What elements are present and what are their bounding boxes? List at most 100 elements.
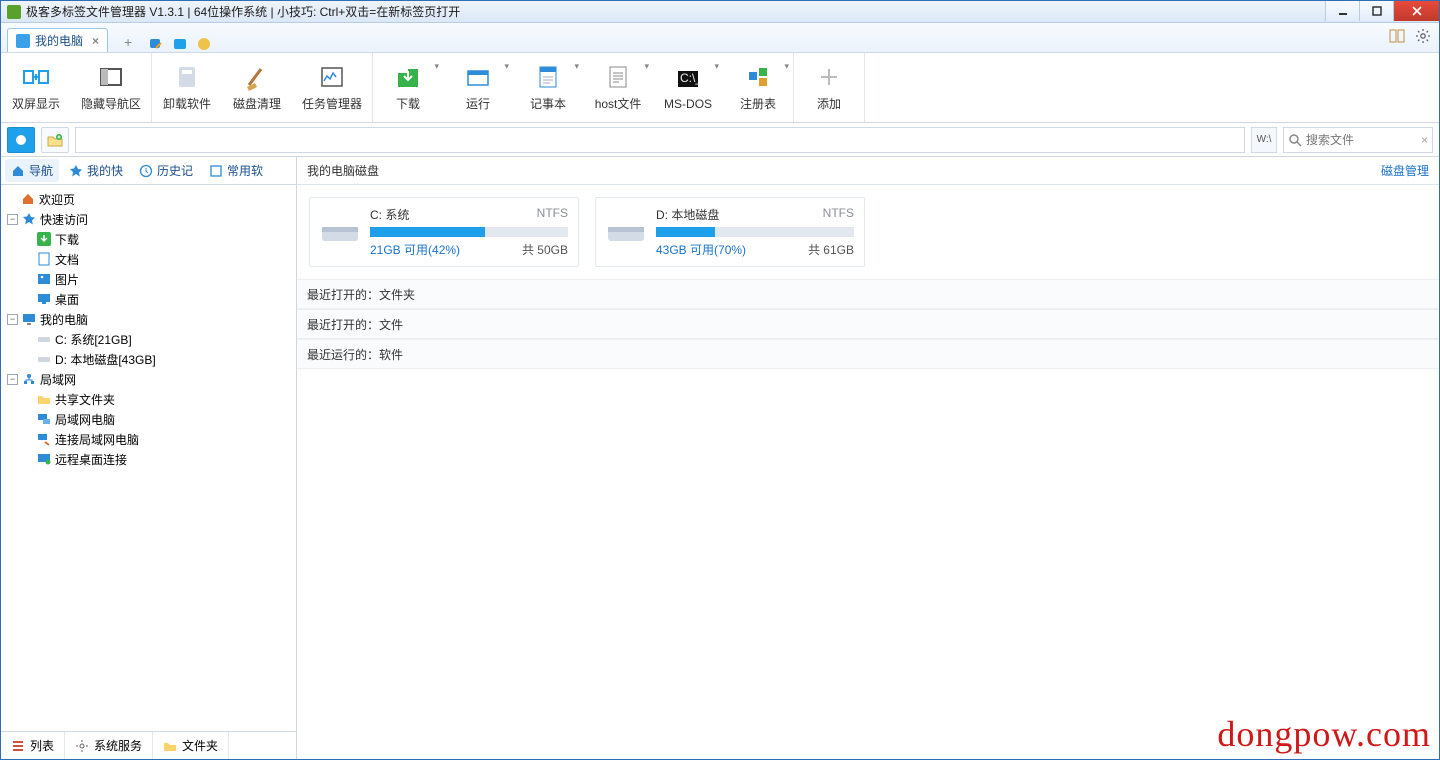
desktop-icon [37,292,51,306]
folder-icon [37,392,51,406]
bottom-tab-list[interactable]: 列表 [1,732,65,759]
tree-downloads[interactable]: 下载 [3,229,294,249]
new-tab-button[interactable]: + [118,32,138,52]
hdd-icon [37,352,51,366]
address-drive-tag[interactable]: W:\ [1251,127,1277,153]
nav-home-button[interactable] [7,127,35,153]
maximize-button[interactable] [1359,1,1393,21]
chevron-down-icon[interactable]: ▾ [435,61,440,72]
home-icon [21,192,35,206]
network-icon [22,372,36,386]
run-button[interactable]: ▾ 运行 [443,53,513,122]
collapse-icon[interactable]: − [7,314,18,325]
sidebar-tab-nav[interactable]: 导航 [5,159,59,182]
collapse-icon[interactable]: − [7,374,18,385]
sidebar-tab-fav[interactable]: 我的快 [63,159,129,182]
close-button[interactable] [1393,1,1439,21]
usage-bar [656,227,854,237]
chevron-down-icon[interactable]: ▾ [505,61,510,72]
tree-connect-lan[interactable]: 连接局域网电脑 [3,429,294,449]
hostfile-icon [604,63,632,91]
tree-shared[interactable]: 共享文件夹 [3,389,294,409]
msdos-icon: C:\_ [674,65,702,93]
task-manager-icon [318,63,346,91]
picture-icon [37,272,51,286]
section-recent-run[interactable]: 最近运行的：软件 [297,339,1439,369]
dual-screen-button[interactable]: 双屏显示 [1,53,71,122]
clear-search-icon[interactable]: × [1421,133,1428,147]
tab-label: 我的电脑 [35,32,83,49]
tree-welcome[interactable]: 欢迎页 [3,189,294,209]
chevron-down-icon[interactable]: ▾ [645,61,650,72]
uninstall-button[interactable]: 卸载软件 [152,53,222,122]
chevron-down-icon[interactable]: ▾ [575,61,580,72]
document-icon [37,252,51,266]
tree-pictures[interactable]: 图片 [3,269,294,289]
nav-tree: 欢迎页 −快速访问 下载 文档 图片 桌面 −我的电脑 C: 系统[21GB] … [1,185,296,731]
add-button[interactable]: 添加 [794,53,864,122]
address-bar: W:\ 搜索文件 × [1,123,1439,157]
tree-drive-c[interactable]: C: 系统[21GB] [3,329,294,349]
pc-network-icon [37,412,51,426]
collapse-icon[interactable]: − [7,214,18,225]
tree-documents[interactable]: 文档 [3,249,294,269]
hdd-icon [320,206,360,256]
remote-icon [37,452,51,466]
uninstall-icon [173,63,201,91]
titlebar: 极客多标签文件管理器 V1.3.1 | 64位操作系统 | 小技巧: Ctrl+… [1,1,1439,23]
main-area: 我的电脑磁盘 磁盘管理 C: 系统NTFS 21GB 可用(42%)共 50GB… [297,157,1439,759]
sidebar-tab-history[interactable]: 历史记 [133,159,199,182]
new-folder-button[interactable] [41,127,69,153]
disk-manage-link[interactable]: 磁盘管理 [1381,162,1429,179]
tree-lan[interactable]: −局域网 [3,369,294,389]
hide-nav-button[interactable]: 隐藏导航区 [71,53,151,122]
layout-icon[interactable] [1389,28,1405,44]
toolbar-icon-1[interactable] [148,36,164,52]
sidebar-tab-common[interactable]: 常用软 [203,159,269,182]
tab-close-icon[interactable]: × [92,34,99,48]
chevron-down-icon[interactable]: ▾ [715,61,720,72]
tree-remote[interactable]: 远程桌面连接 [3,449,294,469]
toolbar-icon-3[interactable] [196,36,212,52]
tree-drive-d[interactable]: D: 本地磁盘[43GB] [3,349,294,369]
tree-lan-pc[interactable]: 局域网电脑 [3,409,294,429]
tab-mypc[interactable]: 我的电脑 × [7,28,108,52]
task-manager-button[interactable]: 任务管理器 [292,53,372,122]
tree-mypc[interactable]: −我的电脑 [3,309,294,329]
download-button[interactable]: ▾ 下载 [373,53,443,122]
monitor-icon [16,34,30,48]
disk-clean-button[interactable]: 磁盘清理 [222,53,292,122]
sidebar-tabs: 导航 我的快 历史记 常用软 [1,157,296,185]
minimize-button[interactable] [1325,1,1359,21]
tree-quick-access[interactable]: −快速访问 [3,209,294,229]
notepad-button[interactable]: ▾ 记事本 [513,53,583,122]
app-icon [7,5,21,19]
toolbar-icon-2[interactable] [172,36,188,52]
broom-icon [243,63,271,91]
disk-card-d[interactable]: D: 本地磁盘NTFS 43GB 可用(70%)共 61GB [595,197,865,267]
connect-icon [37,432,51,446]
registry-icon [744,63,772,91]
hostfile-button[interactable]: ▾ host文件 [583,53,653,122]
bottom-tab-services[interactable]: 系统服务 [65,732,153,759]
chevron-down-icon[interactable]: ▾ [785,61,790,72]
hdd-icon [606,206,646,256]
clock-icon [139,164,153,178]
section-recent-folders[interactable]: 最近打开的：文件夹 [297,279,1439,309]
monitor-icon [22,312,36,326]
section-recent-files[interactable]: 最近打开的：文件 [297,309,1439,339]
tree-desktop[interactable]: 桌面 [3,289,294,309]
address-input[interactable] [75,127,1245,153]
watermark: dongpow.com [1217,713,1431,755]
gear-icon [75,739,89,753]
search-box[interactable]: 搜索文件 × [1283,127,1433,153]
msdos-button[interactable]: ▾ C:\_ MS-DOS [653,53,723,122]
dual-screen-icon [22,63,50,91]
main-header-title: 我的电脑磁盘 [307,162,379,179]
registry-button[interactable]: ▾ 注册表 [723,53,793,122]
star-icon [69,164,83,178]
star-icon [22,212,36,226]
disk-card-c[interactable]: C: 系统NTFS 21GB 可用(42%)共 50GB [309,197,579,267]
bottom-tab-folder[interactable]: 文件夹 [153,732,229,759]
settings-icon[interactable] [1415,28,1431,44]
